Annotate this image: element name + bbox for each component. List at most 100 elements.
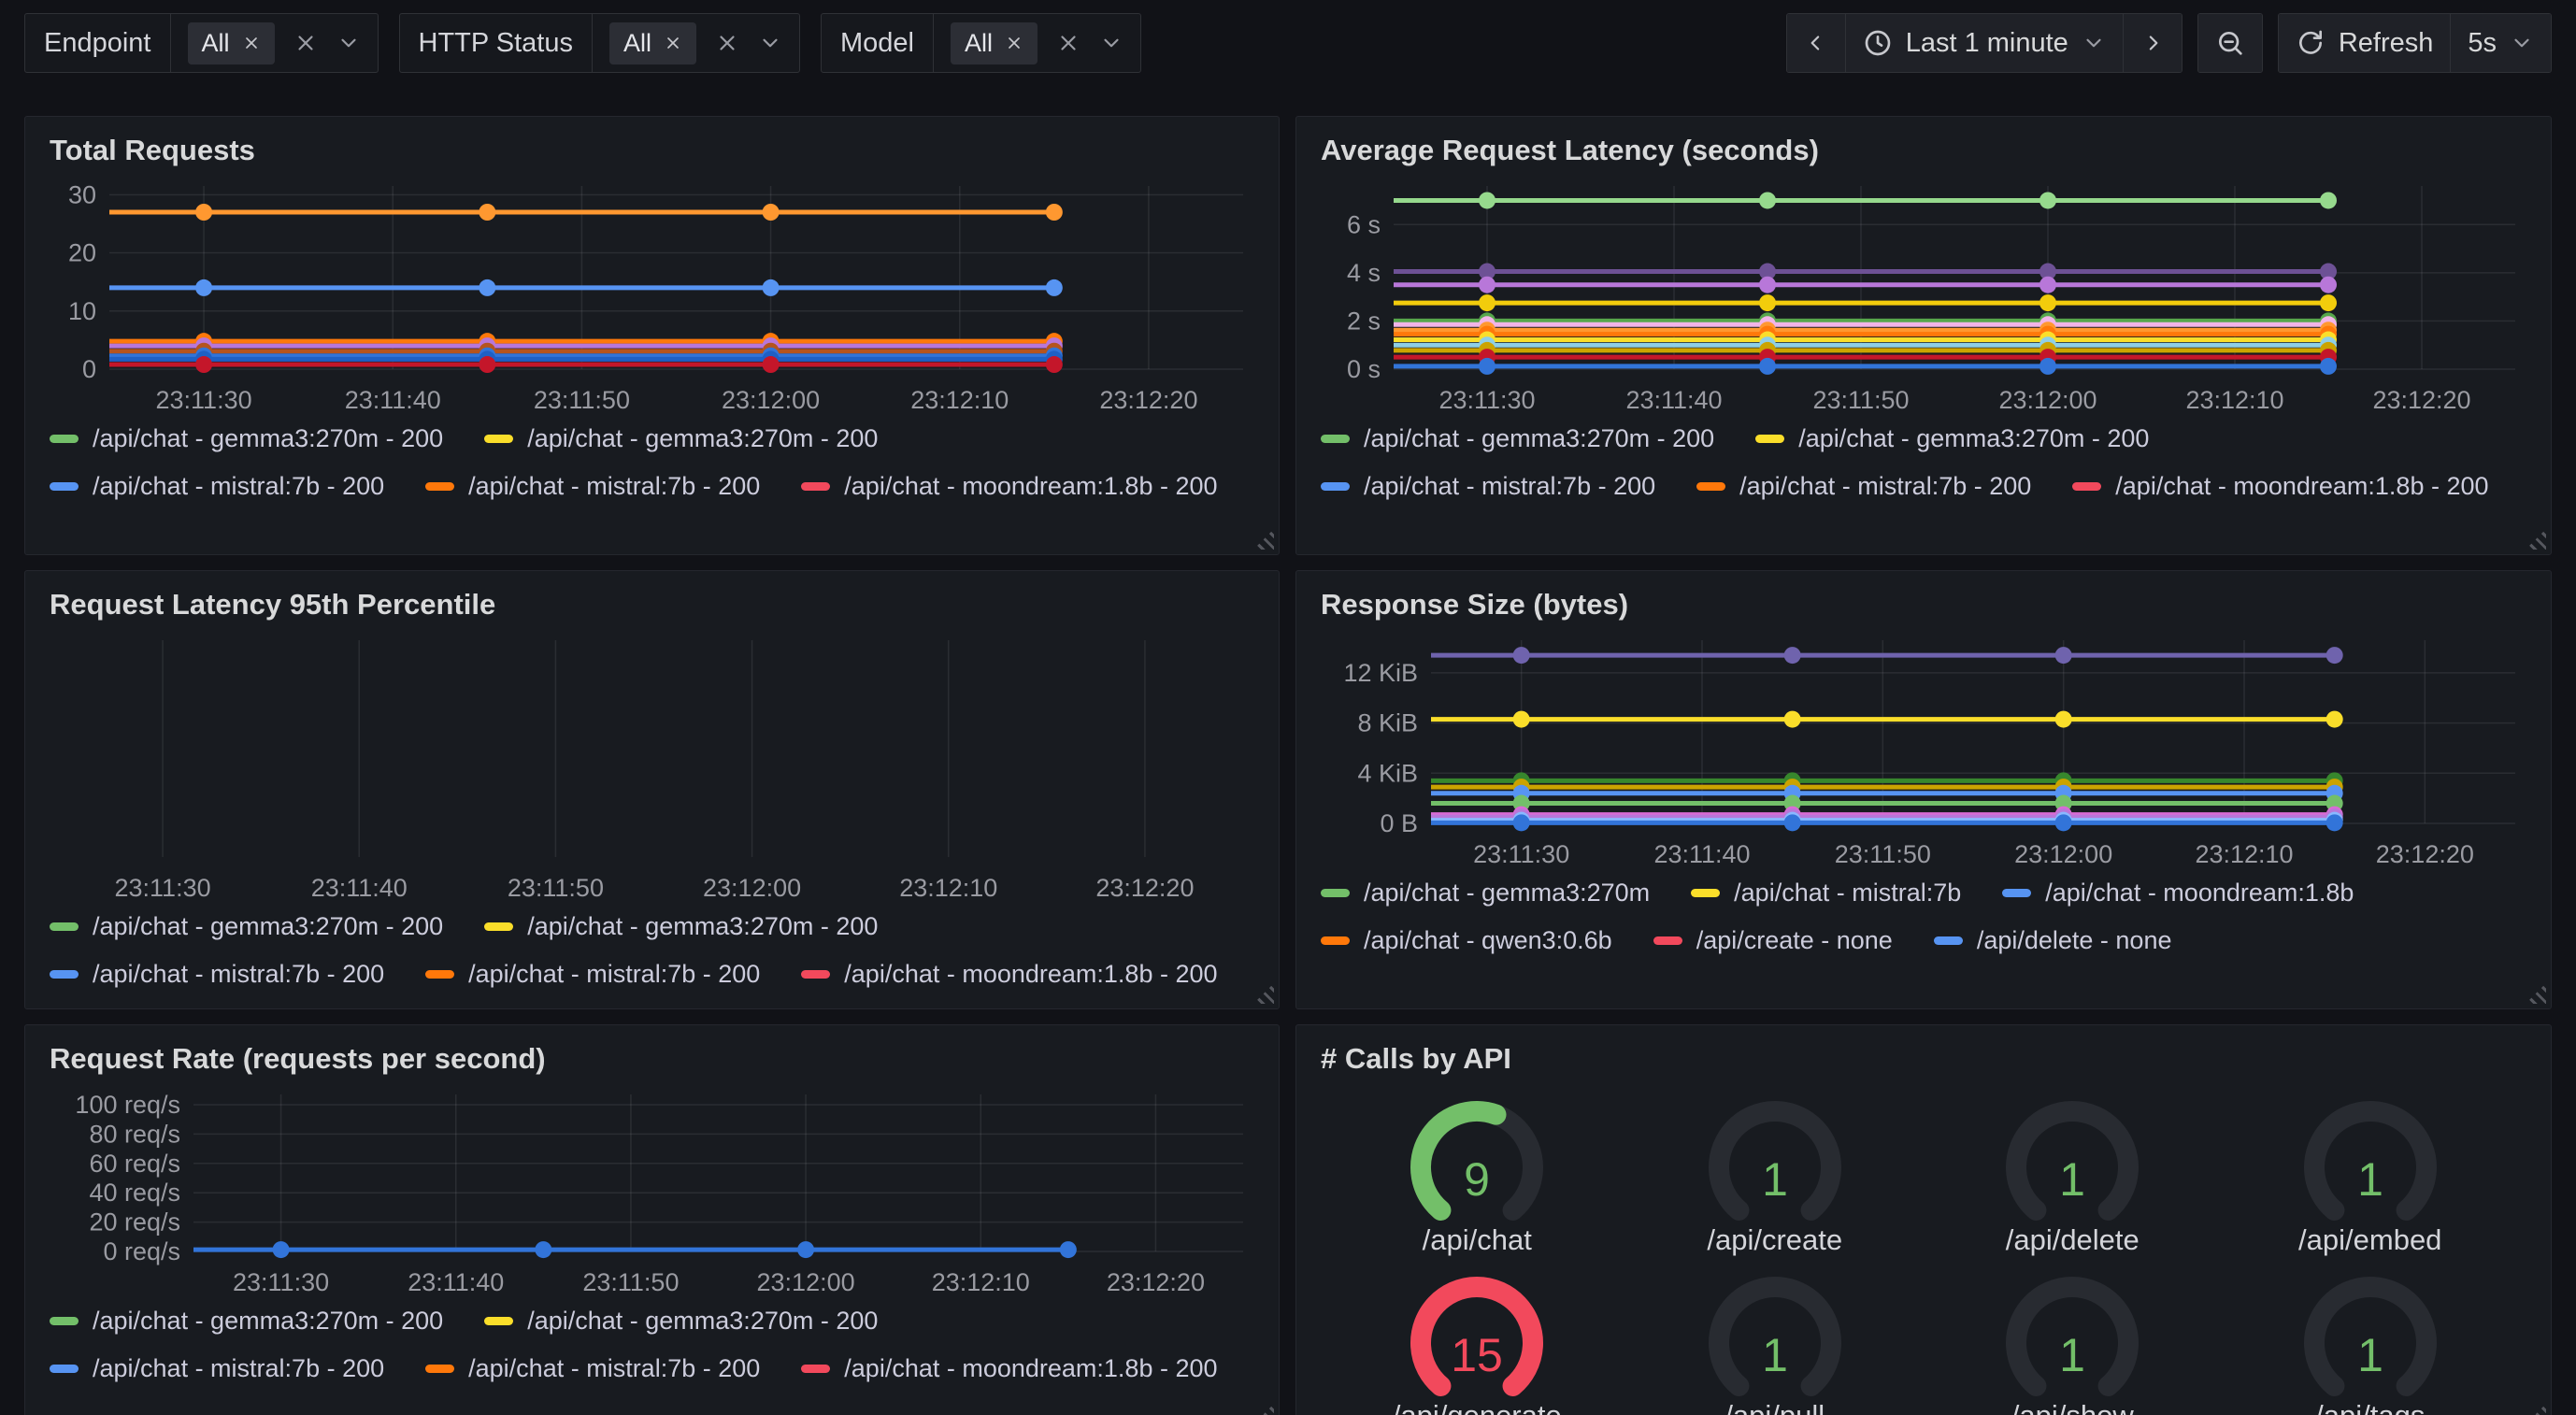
legend-item[interactable]: /api/chat - mistral:7b - 200 [50, 472, 384, 501]
filter-value-picker[interactable]: All [593, 14, 799, 72]
legend-label: /api/chat - gemma3:270m - 200 [1798, 424, 2149, 453]
gauge-value: 1 [1762, 1329, 1788, 1381]
panel-title[interactable]: Request Latency 95th Percentile [25, 571, 1279, 629]
series-color-swatch [1934, 936, 1963, 945]
data-point [1479, 358, 1496, 375]
x-axis-tick-label: 23:12:20 [2372, 386, 2470, 414]
legend-item[interactable]: /api/chat - gemma3:270m - 200 [484, 424, 878, 453]
gauge-value: 1 [2357, 1153, 2383, 1206]
legend-item[interactable]: /api/chat - gemma3:270m - 200 [1321, 424, 1714, 453]
y-axis-tick-label: 20 req/s [89, 1208, 180, 1236]
legend-label: /api/chat - gemma3:270m - 200 [527, 424, 878, 453]
legend-item[interactable]: /api/chat - mistral:7b - 200 [1696, 472, 2031, 501]
data-point [1759, 294, 1776, 311]
legend-item[interactable]: /api/chat - gemma3:270m - 200 [50, 1307, 443, 1336]
data-point [2039, 358, 2056, 375]
legend-item[interactable]: /api/chat - gemma3:270m - 200 [50, 424, 443, 453]
y-axis-tick-label: 0 [82, 355, 96, 383]
time-range-picker[interactable]: Last 1 minute [1845, 14, 2123, 72]
time-shift-back-button[interactable] [1787, 14, 1845, 72]
panel-resize-handle[interactable] [1253, 529, 1274, 550]
legend-item[interactable]: /api/chat - mistral:7b - 200 [50, 1354, 384, 1383]
legend-item[interactable]: /api/chat - mistral:7b - 200 [425, 472, 760, 501]
legend-item[interactable]: /api/chat - mistral:7b - 200 [1321, 472, 1655, 501]
data-point [479, 279, 495, 296]
y-axis-tick-label: 60 req/s [89, 1150, 180, 1178]
refresh-interval-picker[interactable]: 5s [2450, 14, 2551, 72]
remove-chip-icon[interactable] [664, 34, 682, 52]
chart-canvas[interactable]: 0 req/s20 req/s40 req/s60 req/s80 req/s1… [44, 1087, 1256, 1300]
legend-item[interactable]: /api/chat - moondream:1.8b - 200 [801, 960, 1217, 989]
timeseries-chart[interactable]: 010203023:11:3023:11:4023:11:5023:12:002… [44, 179, 1260, 422]
filter-chip[interactable]: All [609, 22, 696, 64]
chart-canvas[interactable]: 0 B4 KiB8 KiB12 KiB23:11:3023:11:4023:11… [1315, 633, 2528, 872]
clear-all-icon[interactable] [293, 31, 318, 55]
clear-all-icon[interactable] [715, 31, 739, 55]
legend-item[interactable]: /api/chat - moondream:1.8b - 200 [801, 472, 1217, 501]
chart-canvas[interactable]: 0 s2 s4 s6 s23:11:3023:11:4023:11:5023:1… [1315, 179, 2528, 418]
x-axis-tick-label: 23:11:50 [582, 1268, 679, 1296]
time-shift-forward-button[interactable] [2123, 14, 2182, 72]
legend-item[interactable]: /api/chat - gemma3:270m - 200 [484, 1307, 878, 1336]
timeseries-chart[interactable]: 0 s2 s4 s6 s23:11:3023:11:4023:11:5023:1… [1315, 179, 2532, 422]
legend-item[interactable]: /api/chat - mistral:7b - 200 [50, 960, 384, 989]
panel-title[interactable]: Average Request Latency (seconds) [1296, 117, 2551, 175]
legend-item[interactable]: /api/chat - mistral:7b - 200 [425, 960, 760, 989]
zoom-out-time-button[interactable] [2198, 14, 2262, 72]
data-point [195, 356, 212, 373]
chevron-down-icon[interactable] [1099, 31, 1123, 55]
clock-icon [1863, 28, 1893, 58]
y-axis-tick-label: 6 s [1347, 210, 1381, 238]
legend-item[interactable]: /api/chat - moondream:1.8b - 200 [801, 1354, 1217, 1383]
refresh-label: Refresh [2339, 28, 2434, 59]
legend-item[interactable]: /api/delete - none [1934, 926, 2172, 955]
timeseries-chart[interactable]: 0 B4 KiB8 KiB12 KiB23:11:3023:11:4023:11… [1315, 633, 2532, 877]
remove-chip-icon[interactable] [242, 34, 261, 52]
legend-item[interactable]: /api/chat - moondream:1.8b - 200 [2072, 472, 2488, 501]
panel-title[interactable]: Request Rate (requests per second) [25, 1025, 1279, 1083]
panel-response-size: Response Size (bytes) 0 B4 KiB8 KiB12 Ki… [1295, 570, 2552, 1009]
filter-chip[interactable]: All [951, 22, 1038, 64]
x-axis-tick-label: 23:11:30 [156, 386, 252, 414]
series-color-swatch [1696, 482, 1725, 491]
panel-resize-handle[interactable] [2526, 983, 2546, 1004]
data-point [1046, 279, 1063, 296]
timeseries-chart[interactable]: 0 req/s20 req/s40 req/s60 req/s80 req/s1… [44, 1087, 1260, 1305]
chevron-down-icon[interactable] [758, 31, 782, 55]
panel-title[interactable]: # Calls by API [1296, 1025, 2551, 1083]
timeseries-chart[interactable]: 23:11:3023:11:4023:11:5023:12:0023:12:10… [44, 633, 1260, 910]
y-grid: 0 req/s20 req/s40 req/s60 req/s80 req/s1… [75, 1091, 1243, 1265]
x-axis-tick-label: 23:12:00 [2014, 840, 2112, 868]
legend-item[interactable]: /api/chat - qwen3:0.6b [1321, 926, 1612, 955]
chart-legend: /api/chat - gemma3:270m - 200/api/chat -… [25, 1305, 1279, 1383]
panel-title[interactable]: Total Requests [25, 117, 1279, 175]
remove-chip-icon[interactable] [1005, 34, 1023, 52]
panel-average-request-latency: Average Request Latency (seconds) 0 s2 s… [1295, 116, 2552, 555]
data-point [1513, 647, 1530, 664]
legend-item[interactable]: /api/create - none [1653, 926, 1893, 955]
legend-item[interactable]: /api/chat - moondream:1.8b [2002, 879, 2354, 908]
chart-canvas[interactable]: 010203023:11:3023:11:4023:11:5023:12:002… [44, 179, 1256, 418]
filter-chip[interactable]: All [188, 22, 275, 64]
chart-legend: /api/chat - gemma3:270m - 200/api/chat -… [1296, 422, 2551, 501]
legend-item[interactable]: /api/chat - mistral:7b - 200 [425, 1354, 760, 1383]
series-color-swatch [425, 1365, 454, 1373]
clear-all-icon[interactable] [1056, 31, 1080, 55]
legend-item[interactable]: /api/chat - gemma3:270m [1321, 879, 1650, 908]
chevron-down-icon[interactable] [336, 31, 361, 55]
panel-resize-handle[interactable] [2526, 529, 2546, 550]
legend-label: /api/chat - mistral:7b [1734, 879, 1961, 908]
panel-title[interactable]: Response Size (bytes) [1296, 571, 2551, 629]
y-axis-tick-label: 30 [68, 180, 96, 208]
legend-item[interactable]: /api/chat - gemma3:270m - 200 [484, 912, 878, 941]
legend-item[interactable]: /api/chat - mistral:7b [1691, 879, 1961, 908]
x-axis-tick-label: 23:12:20 [1099, 386, 1197, 414]
filter-label: Endpoint [25, 14, 171, 72]
filter-value-picker[interactable]: All [171, 14, 378, 72]
panel-resize-handle[interactable] [1253, 1404, 1274, 1415]
refresh-button[interactable]: Refresh [2279, 14, 2451, 72]
legend-item[interactable]: /api/chat - gemma3:270m - 200 [50, 912, 443, 941]
filter-value-picker[interactable]: All [934, 14, 1140, 72]
legend-item[interactable]: /api/chat - gemma3:270m - 200 [1755, 424, 2149, 453]
chart-canvas[interactable]: 23:11:3023:11:4023:11:5023:12:0023:12:10… [44, 633, 1256, 906]
